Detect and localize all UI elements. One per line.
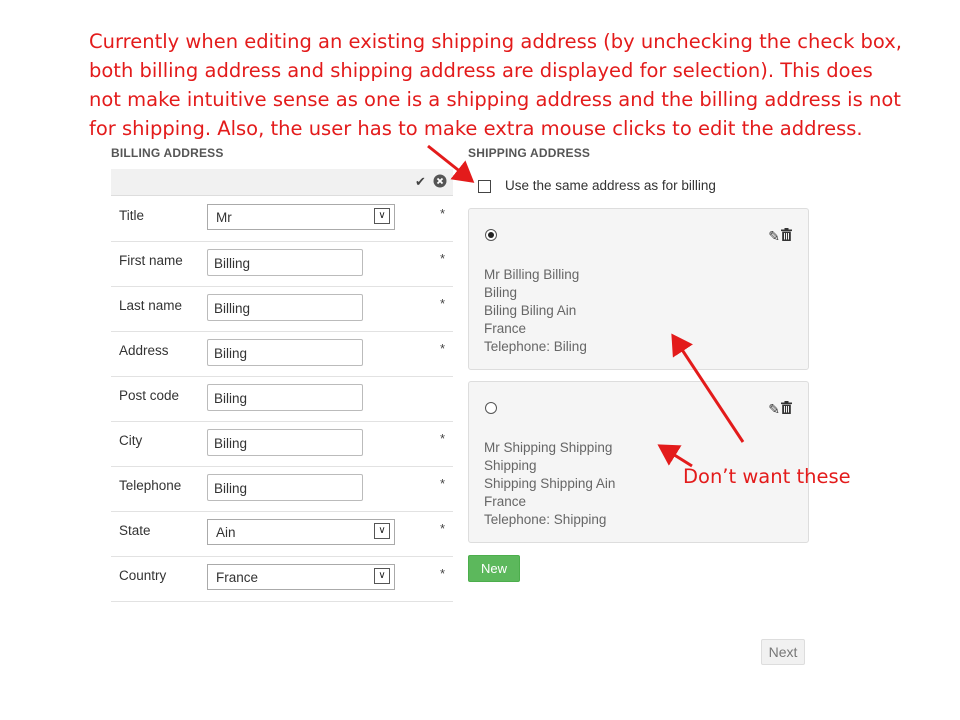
annotation-arrows xyxy=(427,144,745,468)
arrow-to-billing-card xyxy=(671,333,745,443)
arrow-to-shipping-card xyxy=(657,444,693,468)
arrow-to-checkbox xyxy=(427,144,475,183)
